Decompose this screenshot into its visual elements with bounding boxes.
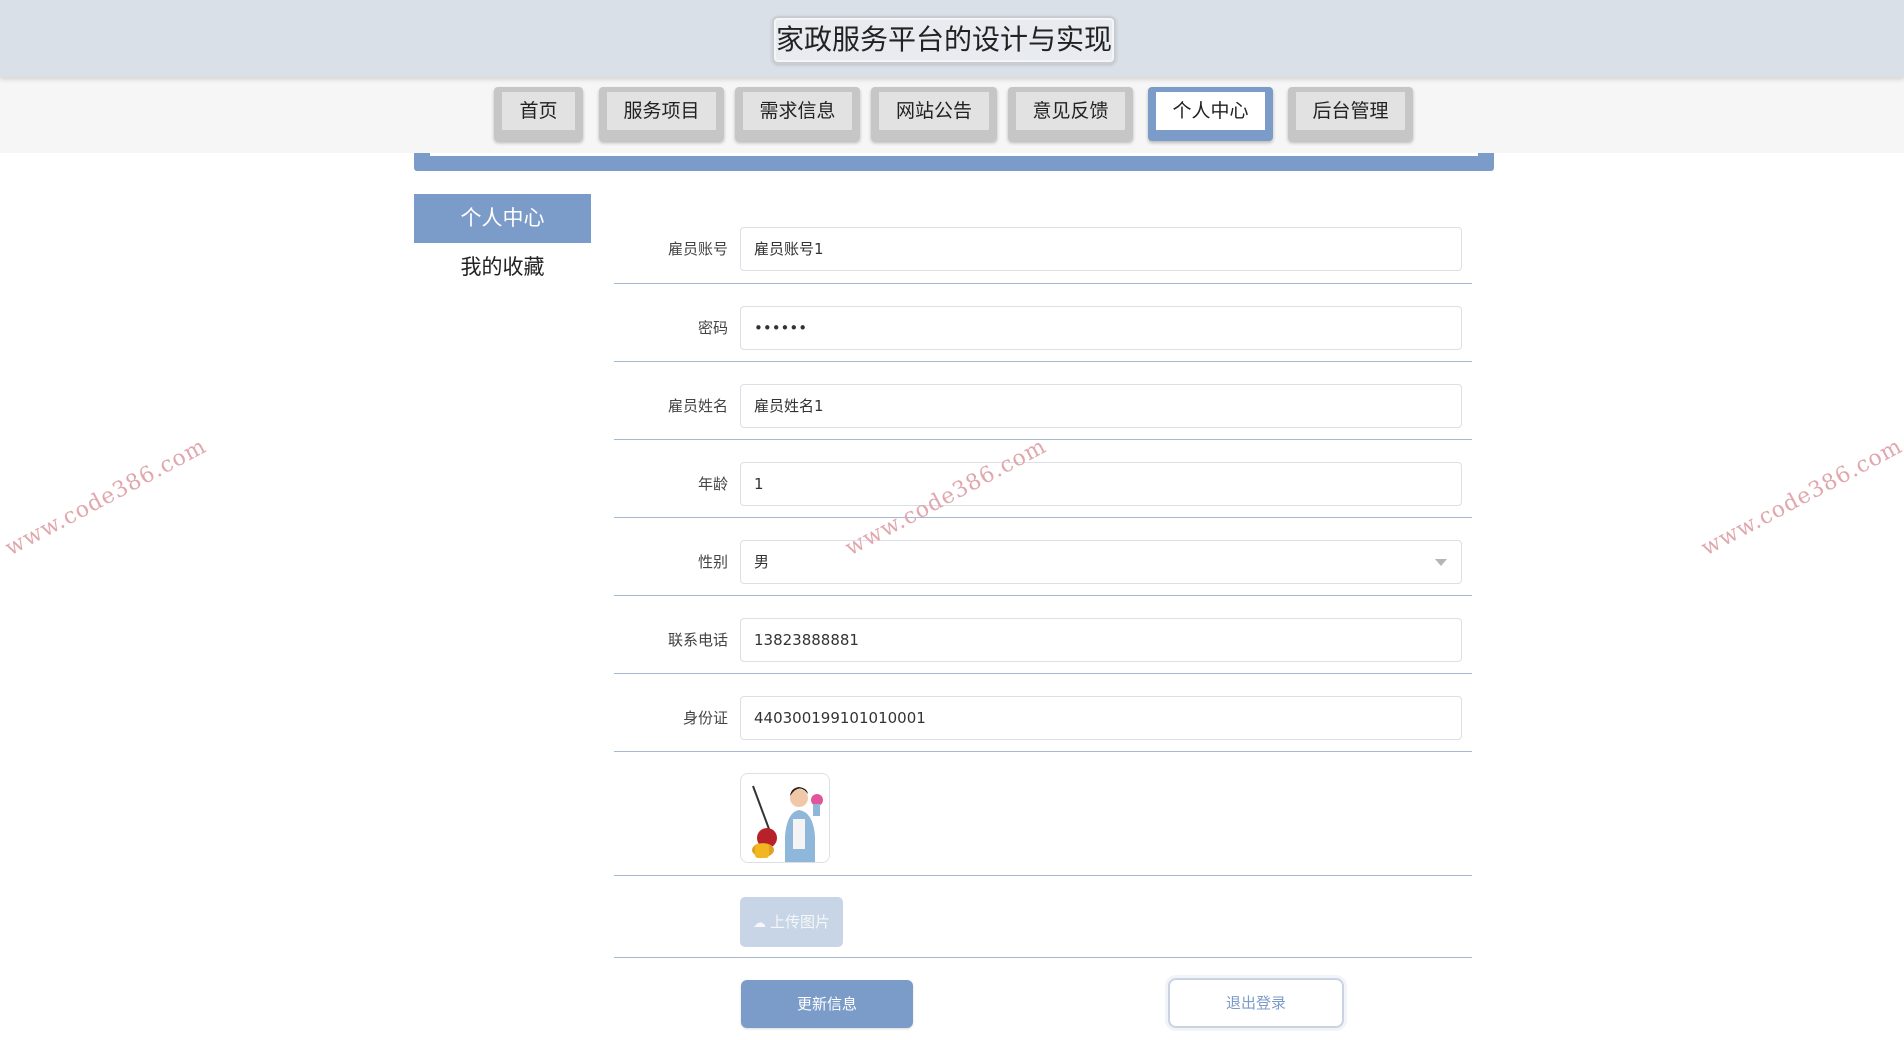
watermark: www.code386.com	[1, 433, 211, 562]
password-field[interactable]: ••••••	[740, 306, 1462, 350]
id-card-label: 身份证	[682, 709, 728, 727]
form-row-id-card: 身份证 440300199101010001	[614, 686, 1472, 752]
sidebar-item-favorites[interactable]: 我的收藏	[414, 243, 591, 292]
nav-item-label: 后台管理	[1296, 92, 1405, 130]
upload-image-button[interactable]: ☁ 上传图片	[740, 897, 843, 947]
age-label: 年龄	[697, 475, 728, 493]
name-field[interactable]: 雇员姓名1	[740, 384, 1462, 428]
form-row-password: 密码 ••••••	[614, 296, 1472, 362]
form-row-name: 雇员姓名 雇员姓名1	[614, 374, 1472, 440]
gender-select[interactable]: 男	[740, 540, 1462, 584]
phone-label: 联系电话	[667, 631, 728, 649]
nav-item-feedback[interactable]: 意见反馈	[1008, 87, 1133, 141]
site-title: 家政服务平台的设计与实现	[772, 16, 1116, 64]
nav-item-label: 网站公告	[879, 92, 989, 130]
avatar-image[interactable]	[740, 773, 830, 863]
form-row-age: 年龄 1	[614, 452, 1472, 518]
form-row-gender: 性别 男	[614, 530, 1472, 596]
nav-item-home[interactable]: 首页	[494, 87, 583, 141]
age-field[interactable]: 1	[740, 462, 1462, 506]
nav-item-label: 个人中心	[1156, 92, 1265, 130]
account-label: 雇员账号	[667, 240, 728, 258]
phone-field[interactable]: 13823888881	[740, 618, 1462, 662]
account-field[interactable]: 雇员账号1	[740, 227, 1462, 271]
nav-item-admin[interactable]: 后台管理	[1288, 87, 1413, 141]
upload-label: 上传图片	[769, 913, 830, 931]
form-row-phone: 联系电话 13823888881	[614, 608, 1472, 674]
sidebar-item-personal-center[interactable]: 个人中心	[414, 194, 591, 243]
nav-item-announcements[interactable]: 网站公告	[871, 87, 997, 141]
gender-value: 男	[754, 553, 770, 571]
nav-item-label: 首页	[502, 92, 575, 130]
nav-item-demands[interactable]: 需求信息	[735, 87, 860, 141]
nav-item-label: 意见反馈	[1016, 92, 1125, 130]
update-info-button[interactable]: 更新信息	[741, 980, 913, 1028]
site-header: 家政服务平台的设计与实现	[0, 0, 1904, 77]
cloud-upload-icon: ☁	[752, 916, 766, 931]
gender-label: 性别	[697, 553, 728, 571]
form-row-account: 雇员账号 雇员账号1	[614, 217, 1472, 284]
nav-item-personal-center[interactable]: 个人中心	[1148, 87, 1273, 141]
name-label: 雇员姓名	[667, 397, 728, 415]
housekeeper-photo	[741, 774, 829, 862]
nav-item-label: 服务项目	[607, 92, 716, 130]
password-label: 密码	[697, 319, 728, 337]
content-top-strip	[414, 153, 1494, 171]
chevron-down-icon	[1435, 559, 1447, 566]
nav-item-label: 需求信息	[743, 92, 852, 130]
logout-button[interactable]: 退出登录	[1168, 978, 1344, 1028]
nav-item-services[interactable]: 服务项目	[599, 87, 724, 141]
watermark: www.code386.com	[1697, 433, 1904, 562]
id-card-field[interactable]: 440300199101010001	[740, 696, 1462, 740]
